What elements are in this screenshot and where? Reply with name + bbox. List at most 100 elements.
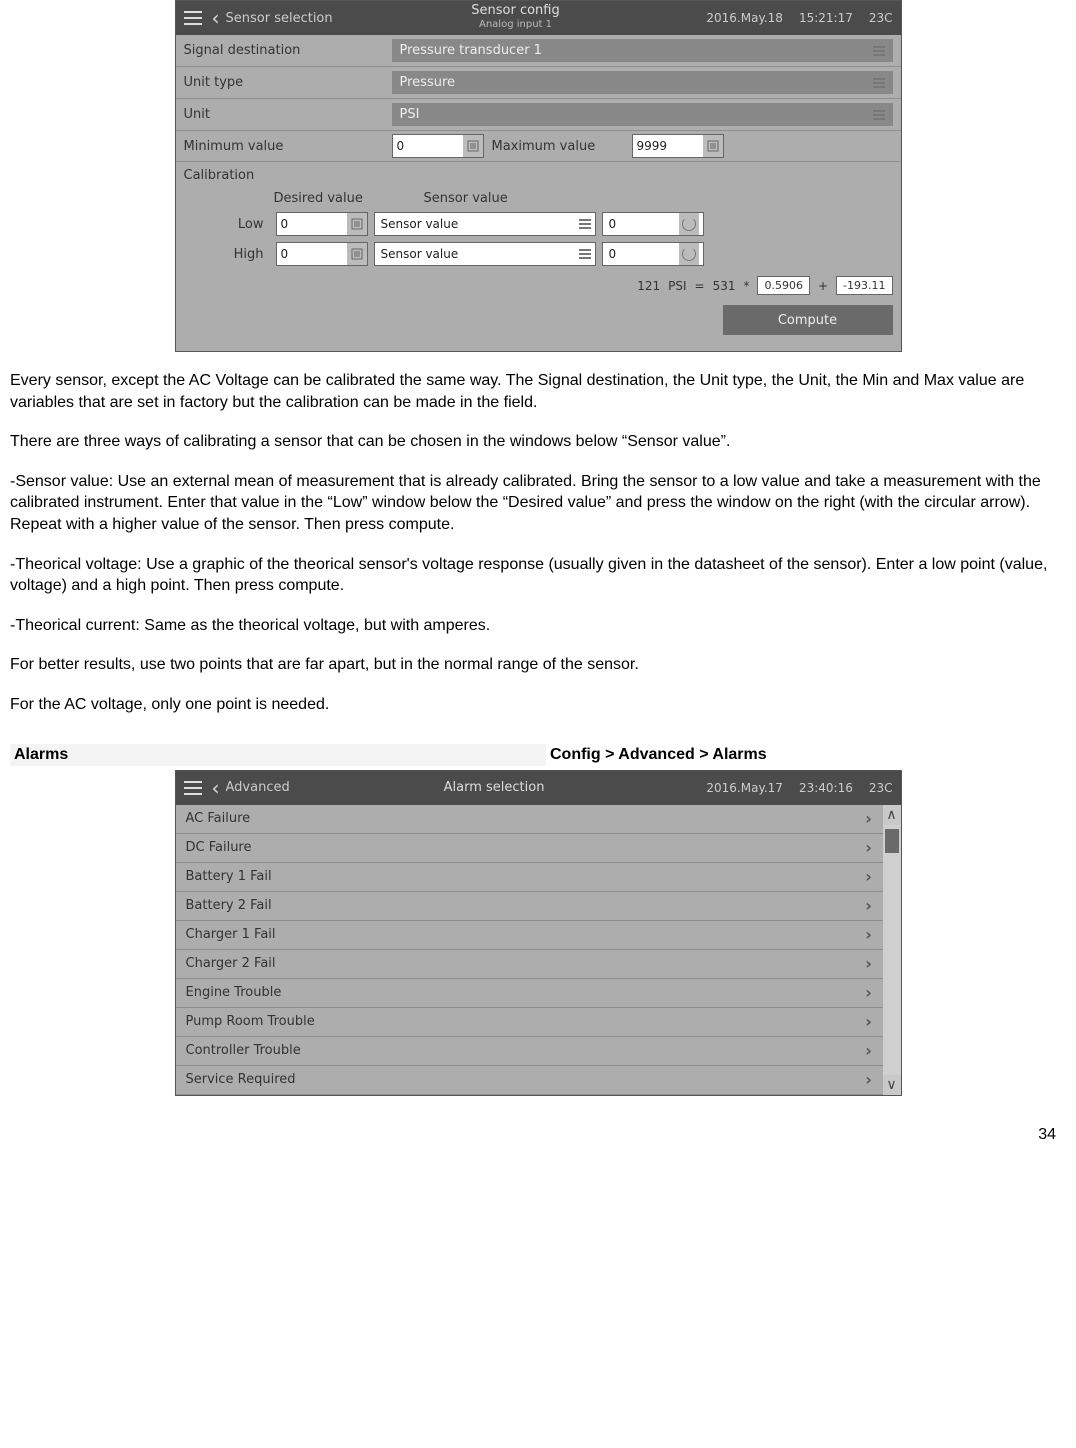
alarm-item-label: Controller Trouble: [186, 1043, 301, 1058]
paragraph: For better results, use two points that …: [10, 654, 1066, 676]
formula-offset: -193.11: [836, 276, 892, 295]
scroll-up-icon[interactable]: ∧: [886, 805, 896, 825]
chevron-right-icon: ›: [855, 867, 883, 886]
value-unit: PSI: [400, 107, 420, 122]
chevron-right-icon: ›: [855, 925, 883, 944]
title-time: 15:21:17: [791, 11, 861, 25]
refresh-icon[interactable]: [679, 243, 699, 265]
keypad-icon[interactable]: [703, 135, 723, 157]
value-max: 9999: [633, 139, 703, 153]
breadcrumb[interactable]: Advanced: [224, 780, 290, 795]
sensor-config-screenshot: ‹ Sensor selection Sensor config Analog …: [175, 0, 902, 352]
input-high-sensor[interactable]: 0: [602, 242, 704, 266]
alarm-item-label: Battery 2 Fail: [186, 898, 272, 913]
select-high-mode[interactable]: Sensor value: [374, 242, 596, 266]
body-text: Every sensor, except the AC Voltage can …: [10, 370, 1066, 716]
alarm-item-label: DC Failure: [186, 840, 252, 855]
screen-title: Alarm selection: [444, 780, 545, 795]
menu-icon[interactable]: [176, 1, 210, 35]
label-low: Low: [184, 217, 270, 232]
back-icon[interactable]: ‹: [210, 6, 224, 30]
paragraph: -Theorical voltage: Use a graphic of the…: [10, 554, 1066, 597]
scroll-down-icon[interactable]: ∨: [886, 1075, 896, 1095]
calib-row-high: High 0 Sensor value 0: [184, 242, 893, 266]
alarm-item-label: Charger 1 Fail: [186, 927, 276, 942]
paragraph: Every sensor, except the AC Voltage can …: [10, 370, 1066, 413]
title-time: 23:40:16: [791, 781, 861, 795]
screen-subtitle: Analog input 1: [333, 18, 699, 32]
chevron-right-icon: ›: [855, 1012, 883, 1031]
screen-title: Sensor config: [471, 3, 559, 18]
alarm-item[interactable]: Charger 1 Fail ›: [176, 921, 883, 950]
title-temp: 23C: [861, 11, 901, 25]
calib-row-low: Low 0 Sensor value 0: [184, 212, 893, 236]
alarm-selection-screenshot: ‹ Advanced Alarm selection 2016.May.17 2…: [175, 770, 902, 1096]
section-title: Alarms: [10, 744, 546, 766]
page-number: 34: [10, 1126, 1066, 1144]
alarm-item[interactable]: Battery 1 Fail ›: [176, 863, 883, 892]
select-low-mode[interactable]: Sensor value: [374, 212, 596, 236]
value-signal-destination: Pressure transducer 1: [400, 43, 542, 58]
select-signal-destination[interactable]: Pressure transducer 1: [392, 39, 893, 62]
alarm-item-label: Engine Trouble: [186, 985, 282, 1000]
chevron-right-icon: ›: [855, 983, 883, 1002]
dropdown-icon: [873, 78, 885, 88]
input-min[interactable]: 0: [392, 134, 484, 158]
section-path: Config > Advanced > Alarms: [546, 744, 1066, 766]
value-min: 0: [393, 139, 463, 153]
input-low-sensor[interactable]: 0: [602, 212, 704, 236]
label-high: High: [184, 247, 270, 262]
row-unit: Unit PSI: [176, 99, 901, 131]
chevron-right-icon: ›: [855, 1041, 883, 1060]
select-unit[interactable]: PSI: [392, 103, 893, 126]
dropdown-icon: [873, 46, 885, 56]
alarm-item[interactable]: Controller Trouble ›: [176, 1037, 883, 1066]
label-min: Minimum value: [176, 133, 392, 160]
chevron-right-icon: ›: [855, 838, 883, 857]
dropdown-icon: [873, 110, 885, 120]
label-signal-destination: Signal destination: [176, 37, 392, 64]
alarm-item[interactable]: Service Required ›: [176, 1066, 883, 1095]
input-low-desired[interactable]: 0: [276, 212, 368, 236]
keypad-icon[interactable]: [347, 213, 367, 235]
row-unit-type: Unit type Pressure: [176, 67, 901, 99]
label-max: Maximum value: [484, 139, 632, 154]
breadcrumb[interactable]: Sensor selection: [224, 11, 333, 26]
alarm-item[interactable]: Battery 2 Fail›: [176, 892, 883, 921]
alarm-item-label: Pump Room Trouble: [186, 1014, 315, 1029]
alarm-item[interactable]: Pump Room Trouble ›: [176, 1008, 883, 1037]
input-max[interactable]: 9999: [632, 134, 724, 158]
paragraph: For the AC voltage, only one point is ne…: [10, 694, 1066, 716]
menu-icon[interactable]: [176, 771, 210, 805]
alarm-item[interactable]: AC Failure›: [176, 805, 883, 834]
section-header-alarms: Alarms Config > Advanced > Alarms: [10, 744, 1066, 766]
alarm-item[interactable]: Charger 2 Fail›: [176, 950, 883, 979]
alarm-item-label: AC Failure: [186, 811, 251, 826]
back-icon[interactable]: ‹: [210, 776, 224, 800]
sensor-titlebar: ‹ Sensor selection Sensor config Analog …: [176, 1, 901, 35]
input-high-desired[interactable]: 0: [276, 242, 368, 266]
scrollbar[interactable]: ∧ ∨: [883, 805, 901, 1095]
alarm-item-label: Battery 1 Fail: [186, 869, 272, 884]
chevron-right-icon: ›: [855, 954, 883, 973]
paragraph: There are three ways of calibrating a se…: [10, 431, 1066, 453]
refresh-icon[interactable]: [679, 213, 699, 235]
keypad-icon[interactable]: [347, 243, 367, 265]
select-unit-type[interactable]: Pressure: [392, 71, 893, 94]
scroll-thumb[interactable]: [885, 829, 899, 853]
alarm-list: AC Failure›DC Failure›Battery 1 Fail›Bat…: [176, 805, 883, 1095]
alarm-item-label: Service Required: [186, 1072, 296, 1087]
title-date: 2016.May.17: [698, 781, 791, 795]
label-unit-type: Unit type: [176, 69, 392, 96]
dropdown-icon: [579, 249, 591, 259]
alarm-item[interactable]: DC Failure ›: [176, 834, 883, 863]
label-calibration: Calibration: [184, 168, 893, 183]
calibration-formula: 121 PSI = 531 * 0.5906 + -193.11: [184, 276, 893, 295]
chevron-right-icon: ›: [855, 1070, 883, 1089]
alarm-item[interactable]: Engine Trouble ›: [176, 979, 883, 1008]
title-temp: 23C: [861, 781, 901, 795]
dropdown-icon: [579, 219, 591, 229]
keypad-icon[interactable]: [463, 135, 483, 157]
row-min-max: Minimum value 0 Maximum value 9999: [176, 131, 901, 162]
compute-button[interactable]: Compute: [723, 305, 893, 335]
